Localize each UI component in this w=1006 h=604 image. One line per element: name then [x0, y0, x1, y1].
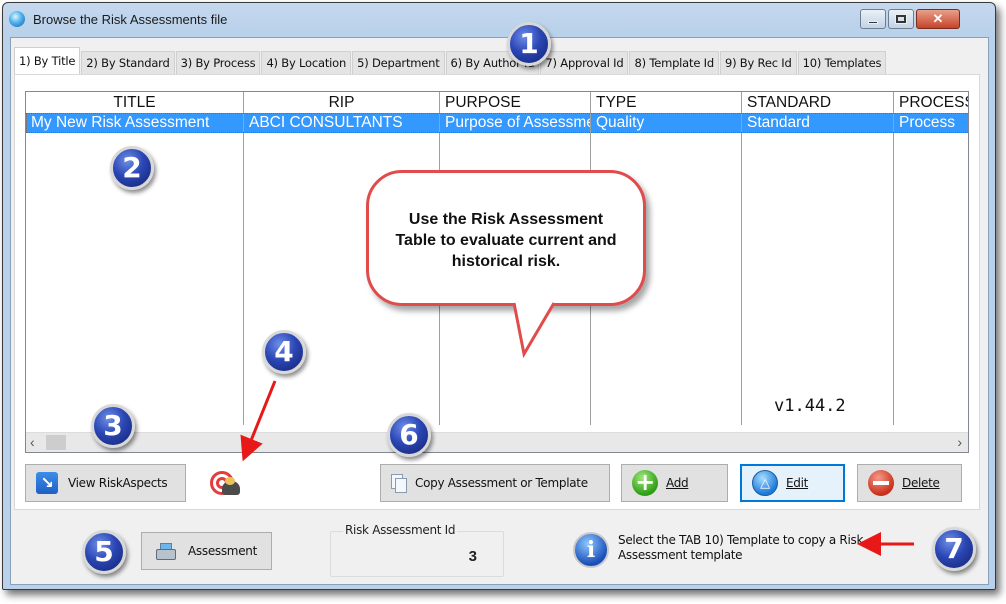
risk-target-icon[interactable]	[210, 471, 240, 497]
minimize-icon	[868, 20, 878, 24]
scroll-thumb[interactable]	[46, 435, 66, 450]
callout-tail	[512, 302, 556, 358]
column-header-title[interactable]: TITLE	[26, 92, 244, 113]
copy-assessment-button[interactable]: Copy Assessment or Template	[380, 464, 610, 502]
callout-badge-1: 1	[507, 22, 551, 66]
cell-type: Quality	[591, 113, 742, 133]
add-label: Add	[666, 476, 689, 490]
risk-assessment-id-value: 3	[468, 548, 477, 565]
view-risk-aspects-button[interactable]: ↘ View RiskAspects	[25, 464, 186, 502]
column-header-purpose[interactable]: PURPOSE	[440, 92, 591, 113]
copy-icon	[391, 474, 407, 493]
cell-title: My New Risk Assessment	[26, 113, 244, 133]
info-message: Select the TAB 10) Template to copy a Ri…	[618, 533, 864, 562]
tab-department[interactable]: 5) Department	[352, 51, 445, 74]
app-globe-icon	[9, 11, 25, 27]
column-divider	[742, 133, 894, 425]
cell-purpose: Purpose of Assessment	[440, 113, 591, 133]
tab-by-rec-id[interactable]: 9) By Rec Id	[719, 51, 797, 74]
grid-header: TITLE RIP PURPOSE TYPE STANDARD PROCESS	[26, 92, 968, 113]
callout-badge-5: 5	[82, 530, 126, 574]
tab-strip: 1) By Title 2) By Standard 3) By Process…	[14, 47, 887, 74]
printer-icon	[156, 543, 176, 560]
tab-template-id[interactable]: 8) Template Id	[629, 51, 719, 74]
cell-standard: Standard	[742, 113, 894, 133]
tab-by-title[interactable]: 1) By Title	[14, 47, 81, 74]
info-icon: i	[573, 532, 609, 568]
delete-minus-icon	[868, 470, 894, 496]
risk-assessment-id-group: Risk Assessment Id 3	[330, 523, 504, 577]
risk-assessment-id-label: Risk Assessment Id	[343, 523, 458, 537]
tab-by-location[interactable]: 4) By Location	[261, 51, 352, 74]
add-plus-icon: +	[632, 470, 658, 496]
maximize-button[interactable]	[888, 9, 914, 29]
horizontal-scrollbar[interactable]: ‹ ›	[26, 432, 968, 452]
cell-rip: ABCI CONSULTANTS	[244, 113, 440, 133]
minimize-button[interactable]	[860, 9, 886, 29]
edit-button[interactable]: △ Edit	[740, 464, 845, 502]
tab-approval-id[interactable]: 7) Approval Id	[540, 51, 629, 74]
table-row-selected[interactable]: My New Risk Assessment ABCI CONSULTANTS …	[26, 113, 968, 133]
callout-badge-3: 3	[91, 404, 135, 448]
callout-text: Use the Risk Assessment Table to evaluat…	[395, 211, 617, 270]
tab-by-process[interactable]: 3) By Process	[175, 51, 261, 74]
callout-badge-6: 6	[387, 413, 431, 457]
add-button[interactable]: + Add	[621, 464, 728, 502]
tab-templates[interactable]: 10) Templates	[797, 51, 887, 74]
edit-triangle-icon: △	[752, 470, 778, 496]
column-header-standard[interactable]: STANDARD	[742, 92, 894, 113]
delete-label: Delete	[902, 476, 940, 490]
callout-badge-7: 7	[932, 527, 976, 571]
callout-badge-4: 4	[262, 330, 306, 374]
copy-assessment-label: Copy Assessment or Template	[415, 476, 588, 490]
column-header-type[interactable]: TYPE	[591, 92, 742, 113]
column-header-rip[interactable]: RIP	[244, 92, 440, 113]
window-title: Browse the Risk Assessments file	[33, 12, 228, 27]
callout-badge-2: 2	[110, 146, 154, 190]
column-header-process[interactable]: PROCESS	[894, 92, 968, 113]
maximize-icon	[895, 14, 907, 24]
close-button[interactable]: ✕	[916, 9, 960, 29]
delete-button[interactable]: Delete	[857, 464, 962, 502]
arrow-down-right-icon: ↘	[36, 472, 58, 494]
edit-label: Edit	[786, 476, 809, 490]
print-assessment-button[interactable]: Assessment	[141, 532, 272, 570]
version-label: v1.44.2	[774, 396, 846, 416]
cell-process: Process	[899, 114, 955, 131]
view-risk-aspects-label: View RiskAspects	[68, 476, 168, 490]
scroll-right-arrow-icon[interactable]: ›	[957, 434, 962, 450]
people-head-icon	[225, 477, 235, 485]
tab-by-standard[interactable]: 2) By Standard	[81, 51, 175, 74]
title-bar[interactable]: Browse the Risk Assessments file ✕	[3, 3, 995, 37]
print-assessment-label: Assessment	[188, 544, 257, 558]
close-icon: ✕	[932, 11, 944, 26]
scroll-left-arrow-icon[interactable]: ‹	[30, 434, 35, 450]
callout-bubble: Use the Risk Assessment Table to evaluat…	[366, 170, 646, 306]
